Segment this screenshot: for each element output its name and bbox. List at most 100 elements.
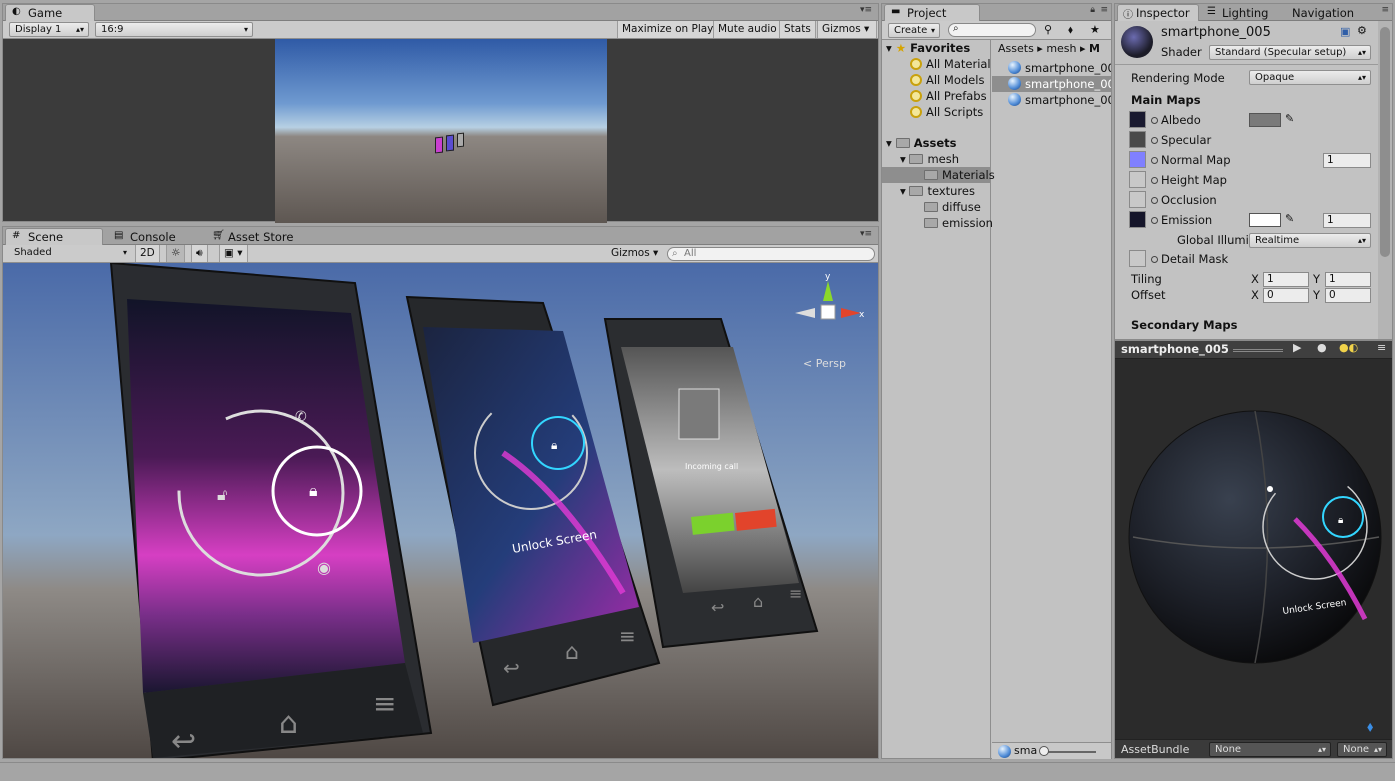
breadcrumb-assets[interactable]: Assets xyxy=(998,42,1034,55)
tab-navigation[interactable]: Navigation xyxy=(1283,4,1361,22)
tree-folder-emission[interactable]: emission xyxy=(924,215,993,231)
shader-dropdown[interactable]: Standard (Specular setup) ▴▾ xyxy=(1209,45,1371,60)
create-dropdown[interactable]: Create ▾ xyxy=(888,23,940,38)
height-map-label: Height Map xyxy=(1151,171,1227,189)
lighting-toggle-icon[interactable]: ☼ xyxy=(166,245,186,262)
panel-menu-icon[interactable]: ▾≡ xyxy=(860,5,872,15)
offset-x-input[interactable]: 0 xyxy=(1263,288,1309,303)
tiling-y-input[interactable]: 1 xyxy=(1325,272,1371,287)
material-file[interactable]: smartphone_00 xyxy=(1008,92,1111,108)
normal-scale-input[interactable]: 1 xyxy=(1323,153,1371,168)
shading-dropdown[interactable]: Shaded ▾ xyxy=(9,246,131,261)
persp-label[interactable]: < Persp xyxy=(803,357,846,370)
game-gizmos-button[interactable]: Gizmos ▾ xyxy=(817,21,877,38)
favorites-header[interactable]: ▾ ★ Favorites xyxy=(886,40,970,56)
detail-mask-slot[interactable] xyxy=(1129,250,1146,267)
texture-picker-icon[interactable] xyxy=(1151,217,1158,224)
tiling-x-input[interactable]: 1 xyxy=(1263,272,1309,287)
panel-menu-icon[interactable]: ≡ xyxy=(1381,5,1389,15)
assetbundle-dropdown[interactable]: None ▴▾ xyxy=(1209,742,1331,757)
effects-dropdown-icon[interactable]: ▣ ▾ xyxy=(219,245,248,262)
albedo-color-swatch[interactable] xyxy=(1249,113,1281,127)
eyedropper-icon[interactable]: ✎ xyxy=(1285,212,1294,225)
bottom-selection-label: sma xyxy=(1014,744,1038,757)
texture-picker-icon[interactable] xyxy=(1151,177,1158,184)
favorite-all-materials[interactable]: All Material xyxy=(910,56,991,72)
tab-scene[interactable]: # Scene xyxy=(5,228,103,245)
tree-folder-textures[interactable]: ▾ textures xyxy=(900,183,975,199)
texture-picker-icon[interactable] xyxy=(1151,256,1158,263)
light-toggle-icon[interactable]: ●◐ xyxy=(1339,341,1358,354)
panel-menu-icon[interactable]: ▾≡ xyxy=(860,229,872,239)
tab-lighting[interactable]: ☰ Lighting xyxy=(1201,4,1275,22)
stats-button[interactable]: Stats xyxy=(779,21,816,38)
scene-viewport[interactable]: 🔒︎ 🔓︎ ✆ ◉ ↩ ⌂ ≡ 🔒︎ Unlock Screen ↩ ⌂ ≡ I… xyxy=(3,263,878,758)
breadcrumb-mesh[interactable]: mesh xyxy=(1046,42,1076,55)
slider-thumb[interactable] xyxy=(1039,746,1049,756)
back-icon: ↩ xyxy=(711,598,724,617)
filter-by-type-icon[interactable]: ⚲ xyxy=(1044,23,1052,36)
lock-panel-icon[interactable]: 🔒︎ xyxy=(1090,5,1095,15)
detail-mask-label: Detail Mask xyxy=(1151,250,1228,268)
assetbundle-variant-dropdown[interactable]: None ▴▾ xyxy=(1337,742,1387,757)
asset-label-icon[interactable]: ⬧ xyxy=(1367,719,1373,735)
search-folder-icon xyxy=(910,74,922,86)
emission-color-swatch[interactable] xyxy=(1249,213,1281,227)
maximize-on-play-button[interactable]: Maximize on Play xyxy=(617,21,719,38)
filter-by-label-icon[interactable]: ⬧ xyxy=(1068,23,1073,37)
albedo-texture-slot[interactable] xyxy=(1129,111,1146,128)
texture-picker-icon[interactable] xyxy=(1151,157,1158,164)
material-file-selected[interactable]: smartphone_00 xyxy=(992,76,1111,92)
tree-folder-materials[interactable]: Materials xyxy=(882,167,995,183)
project-search-input[interactable]: ⌕ xyxy=(948,23,1036,37)
scene-search-input[interactable]: ⌕ All xyxy=(667,247,875,261)
audio-toggle-icon[interactable]: 🔊︎ xyxy=(191,245,208,262)
texture-picker-icon[interactable] xyxy=(1151,117,1158,124)
aspect-dropdown[interactable]: 16:9 ▾ xyxy=(95,22,253,37)
2d-toggle[interactable]: 2D xyxy=(135,245,160,262)
breadcrumb-materials[interactable]: M xyxy=(1089,42,1100,55)
material-preview-icon xyxy=(1121,26,1153,58)
play-icon[interactable]: ▶ xyxy=(1293,341,1301,354)
emission-intensity-input[interactable]: 1 xyxy=(1323,213,1371,228)
height-texture-slot[interactable] xyxy=(1129,171,1146,188)
display-dropdown[interactable]: Display 1 ▴▾ xyxy=(9,22,89,37)
favorite-all-prefabs[interactable]: All Prefabs xyxy=(910,88,987,104)
tree-folder-mesh[interactable]: ▾ mesh xyxy=(900,151,959,167)
folder-icon xyxy=(909,186,924,196)
eyedropper-icon[interactable]: ✎ xyxy=(1285,112,1294,125)
emission-texture-slot[interactable] xyxy=(1129,211,1146,228)
scrollbar-thumb[interactable] xyxy=(1380,27,1390,257)
rendering-mode-dropdown[interactable]: Opaque ▴▾ xyxy=(1249,70,1371,85)
tab-asset-store[interactable]: 🛒︎ Asset Store xyxy=(205,228,301,246)
tab-console[interactable]: ▤ Console xyxy=(107,228,183,246)
help-icon[interactable]: ▣ xyxy=(1340,25,1350,38)
tab-game[interactable]: ◐ Game xyxy=(5,4,95,21)
tree-folder-diffuse[interactable]: diffuse xyxy=(924,199,981,215)
favorite-all-models[interactable]: All Models xyxy=(910,72,984,88)
sphere-shape-icon[interactable]: ● xyxy=(1317,341,1327,354)
preview-title: smartphone_005 xyxy=(1121,342,1229,356)
global-illumination-dropdown[interactable]: Realtime ▴▾ xyxy=(1249,233,1371,248)
favorite-star-icon[interactable]: ★ xyxy=(1090,23,1100,36)
panel-menu-icon[interactable]: ≡ xyxy=(1377,341,1386,354)
occlusion-texture-slot[interactable] xyxy=(1129,191,1146,208)
texture-picker-icon[interactable] xyxy=(1151,197,1158,204)
panel-menu-icon[interactable]: ≡ xyxy=(1100,5,1108,15)
texture-picker-icon[interactable] xyxy=(1151,137,1158,144)
scene-gizmos-button[interactable]: Gizmos ▾ xyxy=(607,245,662,262)
inspector-scroll[interactable] xyxy=(1378,21,1392,339)
icon-size-slider[interactable] xyxy=(1039,746,1096,756)
material-file[interactable]: smartphone_00 xyxy=(1008,60,1111,76)
normal-texture-slot[interactable] xyxy=(1129,151,1146,168)
specular-texture-slot[interactable] xyxy=(1129,131,1146,148)
mute-audio-button[interactable]: Mute audio xyxy=(713,21,782,38)
tab-project[interactable]: ▬ Project xyxy=(884,4,980,21)
favorite-all-scripts[interactable]: All Scripts xyxy=(910,104,983,120)
search-folder-icon xyxy=(910,106,922,118)
tab-inspector[interactable]: ⓘ Inspector xyxy=(1117,4,1199,21)
assets-header[interactable]: ▾ Assets xyxy=(886,135,957,151)
gear-icon[interactable]: ⚙ xyxy=(1357,24,1367,37)
preview-drag-handle[interactable] xyxy=(1233,349,1283,352)
offset-y-input[interactable]: 0 xyxy=(1325,288,1371,303)
